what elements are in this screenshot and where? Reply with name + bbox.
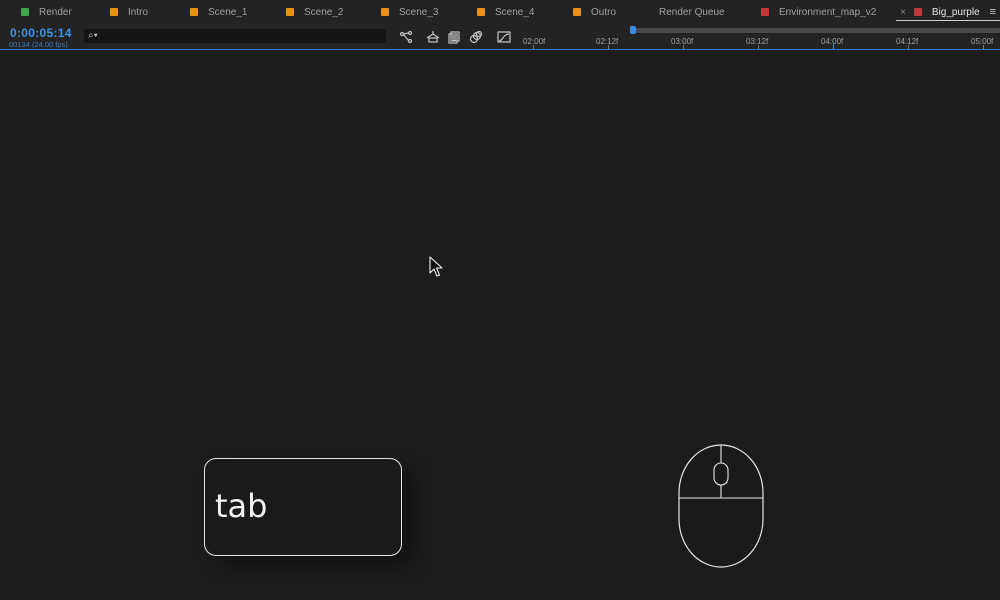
- color-swatch: [477, 8, 485, 16]
- draft-3d-icon[interactable]: [425, 29, 441, 45]
- color-swatch: [573, 8, 581, 16]
- tab-environment-map-v2[interactable]: Environment_map_v2: [761, 0, 876, 24]
- tab-render[interactable]: Render: [21, 0, 72, 24]
- tab-scene-4[interactable]: Scene_4: [477, 0, 534, 24]
- tab-label: Scene_2: [304, 6, 344, 18]
- tab-big-purple[interactable]: × Big_purple ≡: [895, 0, 1000, 24]
- ruler-tick: [983, 45, 984, 50]
- tab-label: Environment_map_v2: [779, 6, 877, 18]
- ruler-tick: [533, 45, 534, 50]
- ruler-tick: [683, 45, 684, 50]
- time-ruler[interactable]: 02:00f 02:12f 03:00f 03:12f 04:00f 04:12…: [520, 24, 1000, 50]
- tab-label: Render Queue: [659, 6, 725, 18]
- cursor-icon: [429, 256, 443, 277]
- tab-scene-3[interactable]: Scene_3: [381, 0, 438, 24]
- tab-label: Scene_1: [208, 6, 248, 18]
- tab-outro[interactable]: Outro: [573, 0, 616, 24]
- motion-blur-icon[interactable]: [468, 29, 484, 45]
- frame-count: 00134 (24.00 fps): [9, 40, 68, 49]
- tab-scene-2[interactable]: Scene_2: [286, 0, 343, 24]
- tab-intro[interactable]: Intro: [110, 0, 148, 24]
- ruler-tick: [833, 43, 834, 50]
- composition-flowchart-icon[interactable]: [398, 29, 414, 45]
- color-swatch: [21, 8, 29, 16]
- tab-label: Scene_3: [399, 6, 439, 18]
- tab-bar: Render Intro Scene_1 Scene_2 Scene_3 Sce…: [0, 0, 1000, 24]
- color-swatch: [190, 8, 198, 16]
- search-icon: ⌕▾: [88, 30, 98, 41]
- ruler-tick: [608, 45, 609, 50]
- work-area-bar[interactable]: [632, 28, 1000, 33]
- current-time[interactable]: 0:00:05:14: [10, 26, 72, 40]
- ruler-label: 02:00f: [523, 37, 546, 46]
- color-swatch: [381, 8, 389, 16]
- ruler-tick: [758, 45, 759, 50]
- color-swatch: [110, 8, 118, 16]
- key-label: tab: [215, 487, 268, 525]
- frame-blending-icon[interactable]: [446, 29, 462, 45]
- ruler-tick: [908, 45, 909, 50]
- tab-scene-1[interactable]: Scene_1: [190, 0, 247, 24]
- tab-label: Big_purple: [931, 6, 980, 18]
- color-swatch: [286, 8, 294, 16]
- graph-editor-icon[interactable]: [496, 29, 512, 45]
- color-swatch: [761, 8, 769, 16]
- tab-key-overlay: tab: [204, 458, 402, 556]
- tab-label: Scene_4: [495, 6, 535, 18]
- search-input[interactable]: ⌕▾: [84, 29, 386, 43]
- panel-menu-icon[interactable]: ≡: [990, 6, 996, 18]
- color-swatch: [913, 8, 922, 16]
- current-time-indicator[interactable]: [630, 26, 636, 34]
- tab-label: Render: [39, 6, 72, 18]
- tab-render-queue[interactable]: Render Queue: [659, 0, 725, 24]
- mouse-icon: [678, 444, 764, 568]
- tab-label: Outro: [591, 6, 617, 18]
- tab-label: Intro: [128, 6, 149, 18]
- close-icon[interactable]: ×: [900, 7, 906, 18]
